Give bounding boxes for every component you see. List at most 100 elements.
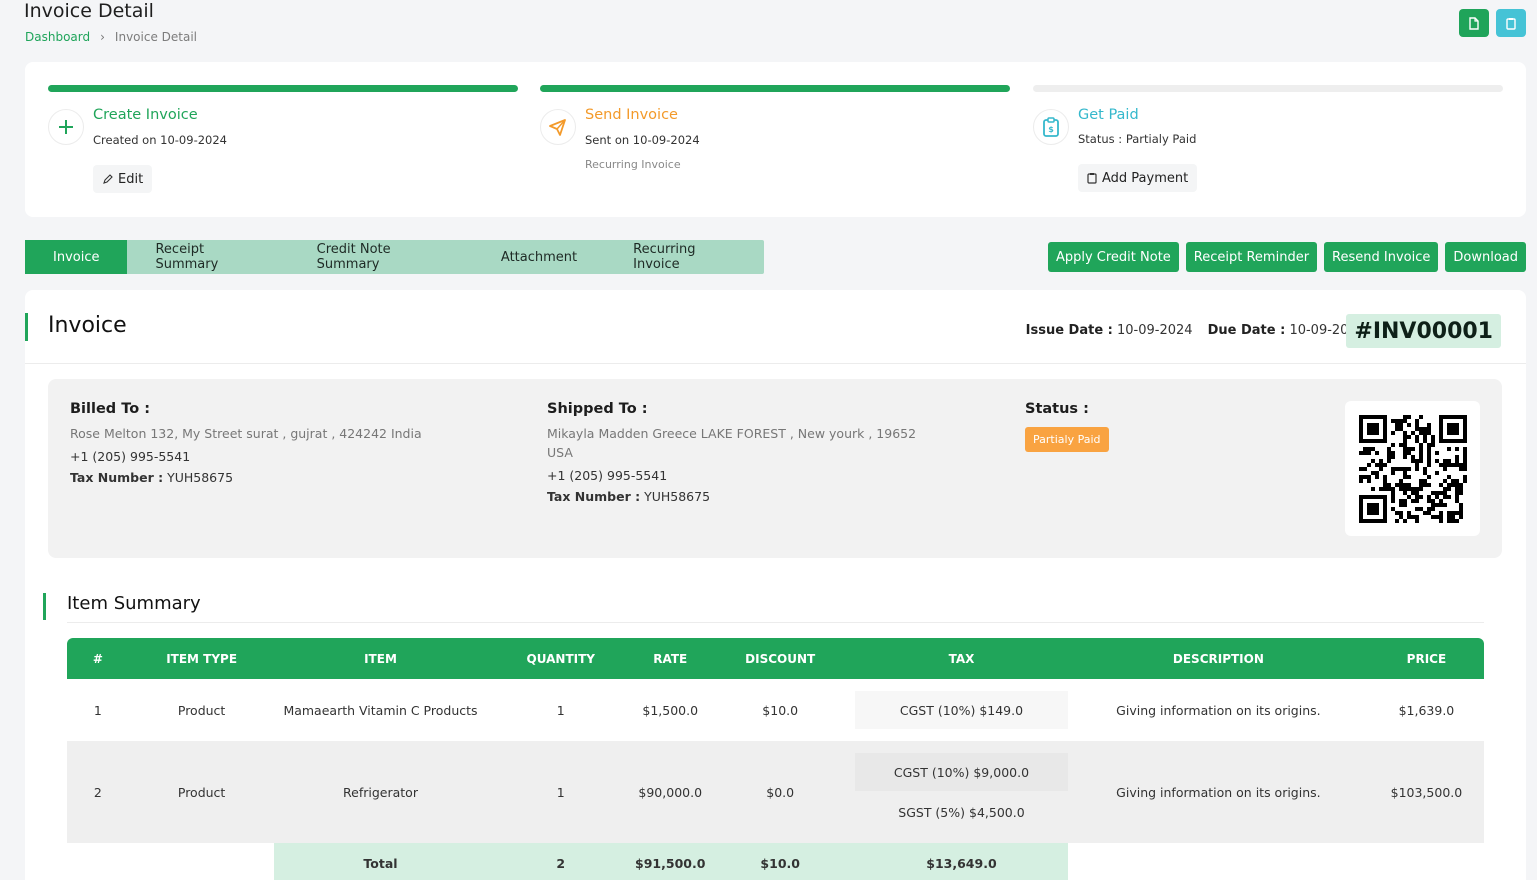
receipt-reminder-button[interactable]: Receipt Reminder bbox=[1185, 242, 1318, 272]
step-title: Get Paid bbox=[1078, 107, 1139, 123]
edit-button-label: Edit bbox=[118, 171, 144, 187]
total-rate: $91,500.0 bbox=[635, 843, 706, 880]
money-clipboard-icon: $ bbox=[1043, 117, 1059, 137]
qr-code bbox=[1345, 401, 1480, 536]
table-row: 1 Product Mamaearth Vitamin C Products 1… bbox=[67, 679, 1484, 741]
pencil-icon bbox=[103, 173, 113, 184]
col-header: DISCOUNT bbox=[705, 638, 855, 679]
cell-no: 2 bbox=[67, 741, 129, 843]
copy-button[interactable] bbox=[1496, 9, 1526, 37]
status-badge: Partialy Paid bbox=[1025, 427, 1109, 452]
billed-tax-number: YUH58675 bbox=[167, 470, 234, 485]
cell-type: Product bbox=[128, 679, 275, 741]
col-header: DESCRIPTION bbox=[1067, 638, 1369, 679]
tab-attachment[interactable]: Attachment bbox=[473, 240, 605, 274]
breadcrumb: Dashboard › Invoice Detail bbox=[25, 30, 197, 44]
tab-recurring-invoice[interactable]: Recurring Invoice bbox=[605, 240, 764, 274]
invoice-actions: Apply Credit Note Receipt Reminder Resen… bbox=[1047, 242, 1526, 272]
tab-credit-note-summary[interactable]: Credit Note Summary bbox=[289, 240, 473, 274]
download-button[interactable]: Download bbox=[1445, 242, 1526, 272]
export-file-button[interactable] bbox=[1459, 9, 1489, 37]
step-subtitle: Status : Partialy Paid bbox=[1078, 132, 1197, 146]
cell-rate: $90,000.0 bbox=[635, 741, 706, 843]
total-label: Total bbox=[274, 843, 487, 880]
page-title: Invoice Detail bbox=[24, 0, 154, 22]
invoice-number: #INV00001 bbox=[1346, 314, 1501, 348]
invoice-tabs: Invoice Receipt Summary Credit Note Summ… bbox=[25, 240, 764, 274]
status-heading: Status : bbox=[1025, 401, 1089, 417]
col-header: ITEM TYPE bbox=[128, 638, 275, 679]
billed-to: Billed To : Rose Melton 132, My Street s… bbox=[70, 401, 490, 485]
money-clipboard-icon bbox=[1087, 173, 1097, 184]
cell-type: Product bbox=[128, 741, 275, 843]
table-total-row: Total 2 $91,500.0 $10.0 $13,649.0 bbox=[67, 843, 1484, 880]
tax-entry: CGST (10%) $9,000.0 bbox=[854, 753, 1068, 791]
shipped-to: Shipped To : Mikayla Madden Greece LAKE … bbox=[547, 401, 917, 504]
breadcrumb-current: Invoice Detail bbox=[114, 30, 197, 44]
tab-invoice[interactable]: Invoice bbox=[25, 240, 128, 274]
cell-tax: CGST (10%) $9,000.0 SGST (5%) $4,500.0 bbox=[854, 741, 1068, 843]
invoice-progress-card: Create Invoice Created on 10-09-2024 Edi… bbox=[25, 62, 1526, 217]
tax-entry: CGST (10%) $149.0 bbox=[854, 691, 1068, 729]
cell-price: $103,500.0 bbox=[1368, 741, 1484, 843]
tax-entry: SGST (5%) $4,500.0 bbox=[898, 804, 1025, 820]
status-section: Status : Partialy Paid bbox=[1025, 401, 1109, 452]
col-header: QUANTITY bbox=[486, 638, 636, 679]
due-date-label: Due Date : bbox=[1207, 323, 1286, 338]
file-icon bbox=[1469, 16, 1479, 30]
add-payment-button[interactable]: Add Payment bbox=[1078, 164, 1198, 192]
step-subtitle: Created on 10-09-2024 bbox=[93, 133, 227, 147]
cell-tax: CGST (10%) $149.0 bbox=[854, 679, 1068, 741]
edit-button[interactable]: Edit bbox=[93, 165, 153, 193]
cell-item: Refrigerator bbox=[274, 741, 487, 843]
billed-to-address: Rose Melton 132, My Street surat , gujra… bbox=[70, 426, 422, 441]
cell-rate: $1,500.0 bbox=[635, 679, 706, 741]
plus-icon bbox=[59, 120, 73, 134]
billing-panel: Billed To : Rose Melton 132, My Street s… bbox=[48, 379, 1502, 558]
qr-code-icon bbox=[1358, 414, 1467, 523]
tab-receipt-summary[interactable]: Receipt Summary bbox=[127, 240, 288, 274]
step-subtitle: Sent on 10-09-2024 bbox=[585, 133, 700, 147]
shipped-to-heading: Shipped To : bbox=[547, 401, 648, 417]
breadcrumb-separator: › bbox=[100, 30, 105, 44]
invoice-dates: Issue Date : 10-09-2024 Due Date : 10-09… bbox=[1026, 323, 1365, 338]
step-progress-bar bbox=[540, 85, 1010, 92]
breadcrumb-dashboard-link[interactable]: Dashboard bbox=[25, 30, 90, 44]
invoice-heading: Invoice bbox=[48, 313, 127, 338]
step-icon-circle bbox=[48, 109, 84, 145]
resend-invoice-button[interactable]: Resend Invoice bbox=[1324, 242, 1439, 272]
table-header-row: # ITEM TYPE ITEM QUANTITY RATE DISCOUNT … bbox=[67, 638, 1484, 679]
total-discount: $10.0 bbox=[705, 843, 855, 880]
step-send-invoice: Send Invoice Sent on 10-09-2024 Recurrin… bbox=[540, 85, 1010, 171]
shipped-tax-number: YUH58675 bbox=[644, 489, 711, 504]
cell-qty: 1 bbox=[486, 679, 636, 741]
invoice-card: Invoice Issue Date : 10-09-2024 Due Date… bbox=[25, 290, 1526, 880]
table-row: 2 Product Refrigerator 1 $90,000.0 $0.0 … bbox=[67, 741, 1484, 843]
section-accent bbox=[25, 313, 28, 341]
divider bbox=[67, 622, 1484, 623]
col-header: TAX bbox=[854, 638, 1068, 679]
issue-date-label: Issue Date : bbox=[1025, 323, 1113, 338]
col-header: PRICE bbox=[1368, 638, 1484, 679]
step-subtitle-secondary: Recurring Invoice bbox=[585, 158, 681, 171]
send-icon bbox=[549, 119, 566, 136]
step-icon-circle bbox=[540, 109, 576, 145]
total-qty: 2 bbox=[486, 843, 636, 880]
cell-description: Giving information on its origins. bbox=[1067, 741, 1369, 843]
cell-discount: $10.0 bbox=[705, 679, 855, 741]
step-progress-bar bbox=[1033, 85, 1503, 92]
divider bbox=[25, 363, 1526, 364]
cell-price: $1,639.0 bbox=[1368, 679, 1484, 741]
cell-description: Giving information on its origins. bbox=[1067, 679, 1369, 741]
cell-item: Mamaearth Vitamin C Products bbox=[274, 679, 487, 741]
billed-to-phone: +1 (205) 995-5541 bbox=[70, 449, 191, 464]
col-header: RATE bbox=[635, 638, 706, 679]
step-create-invoice: Create Invoice Created on 10-09-2024 Edi… bbox=[48, 85, 518, 193]
col-header: # bbox=[67, 638, 129, 679]
issue-date: 10-09-2024 bbox=[1117, 323, 1193, 338]
cell-no: 1 bbox=[67, 679, 129, 741]
apply-credit-note-button[interactable]: Apply Credit Note bbox=[1047, 242, 1179, 272]
step-get-paid: $ Get Paid Status : Partialy Paid Add Pa… bbox=[1033, 85, 1503, 192]
total-tax: $13,649.0 bbox=[854, 843, 1068, 880]
cell-discount: $0.0 bbox=[705, 741, 855, 843]
